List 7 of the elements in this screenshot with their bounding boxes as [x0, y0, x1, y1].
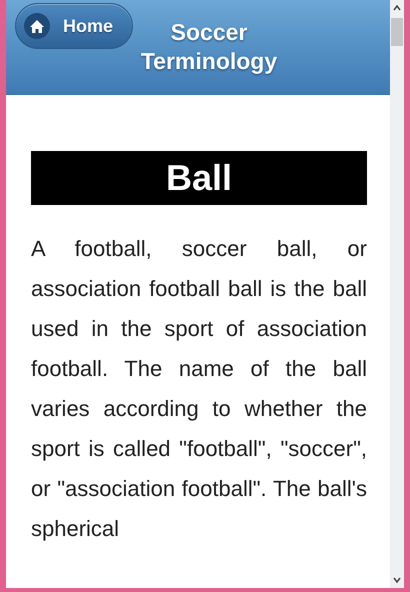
scrollbar-thumb[interactable]: [391, 18, 403, 46]
home-button[interactable]: Home: [15, 3, 133, 49]
home-icon: [24, 13, 50, 39]
paragraph: A football, soccer ball, or association football ball is the ball used in the sport of association football. The name of the ball varies according to whether the sport is called "football", "soccer", or "association football". The ball's spherical: [31, 235, 367, 543]
page-title: Soccer Terminology: [140, 18, 278, 76]
scrollbar[interactable]: [390, 0, 404, 588]
section-heading: Ball: [31, 151, 367, 205]
